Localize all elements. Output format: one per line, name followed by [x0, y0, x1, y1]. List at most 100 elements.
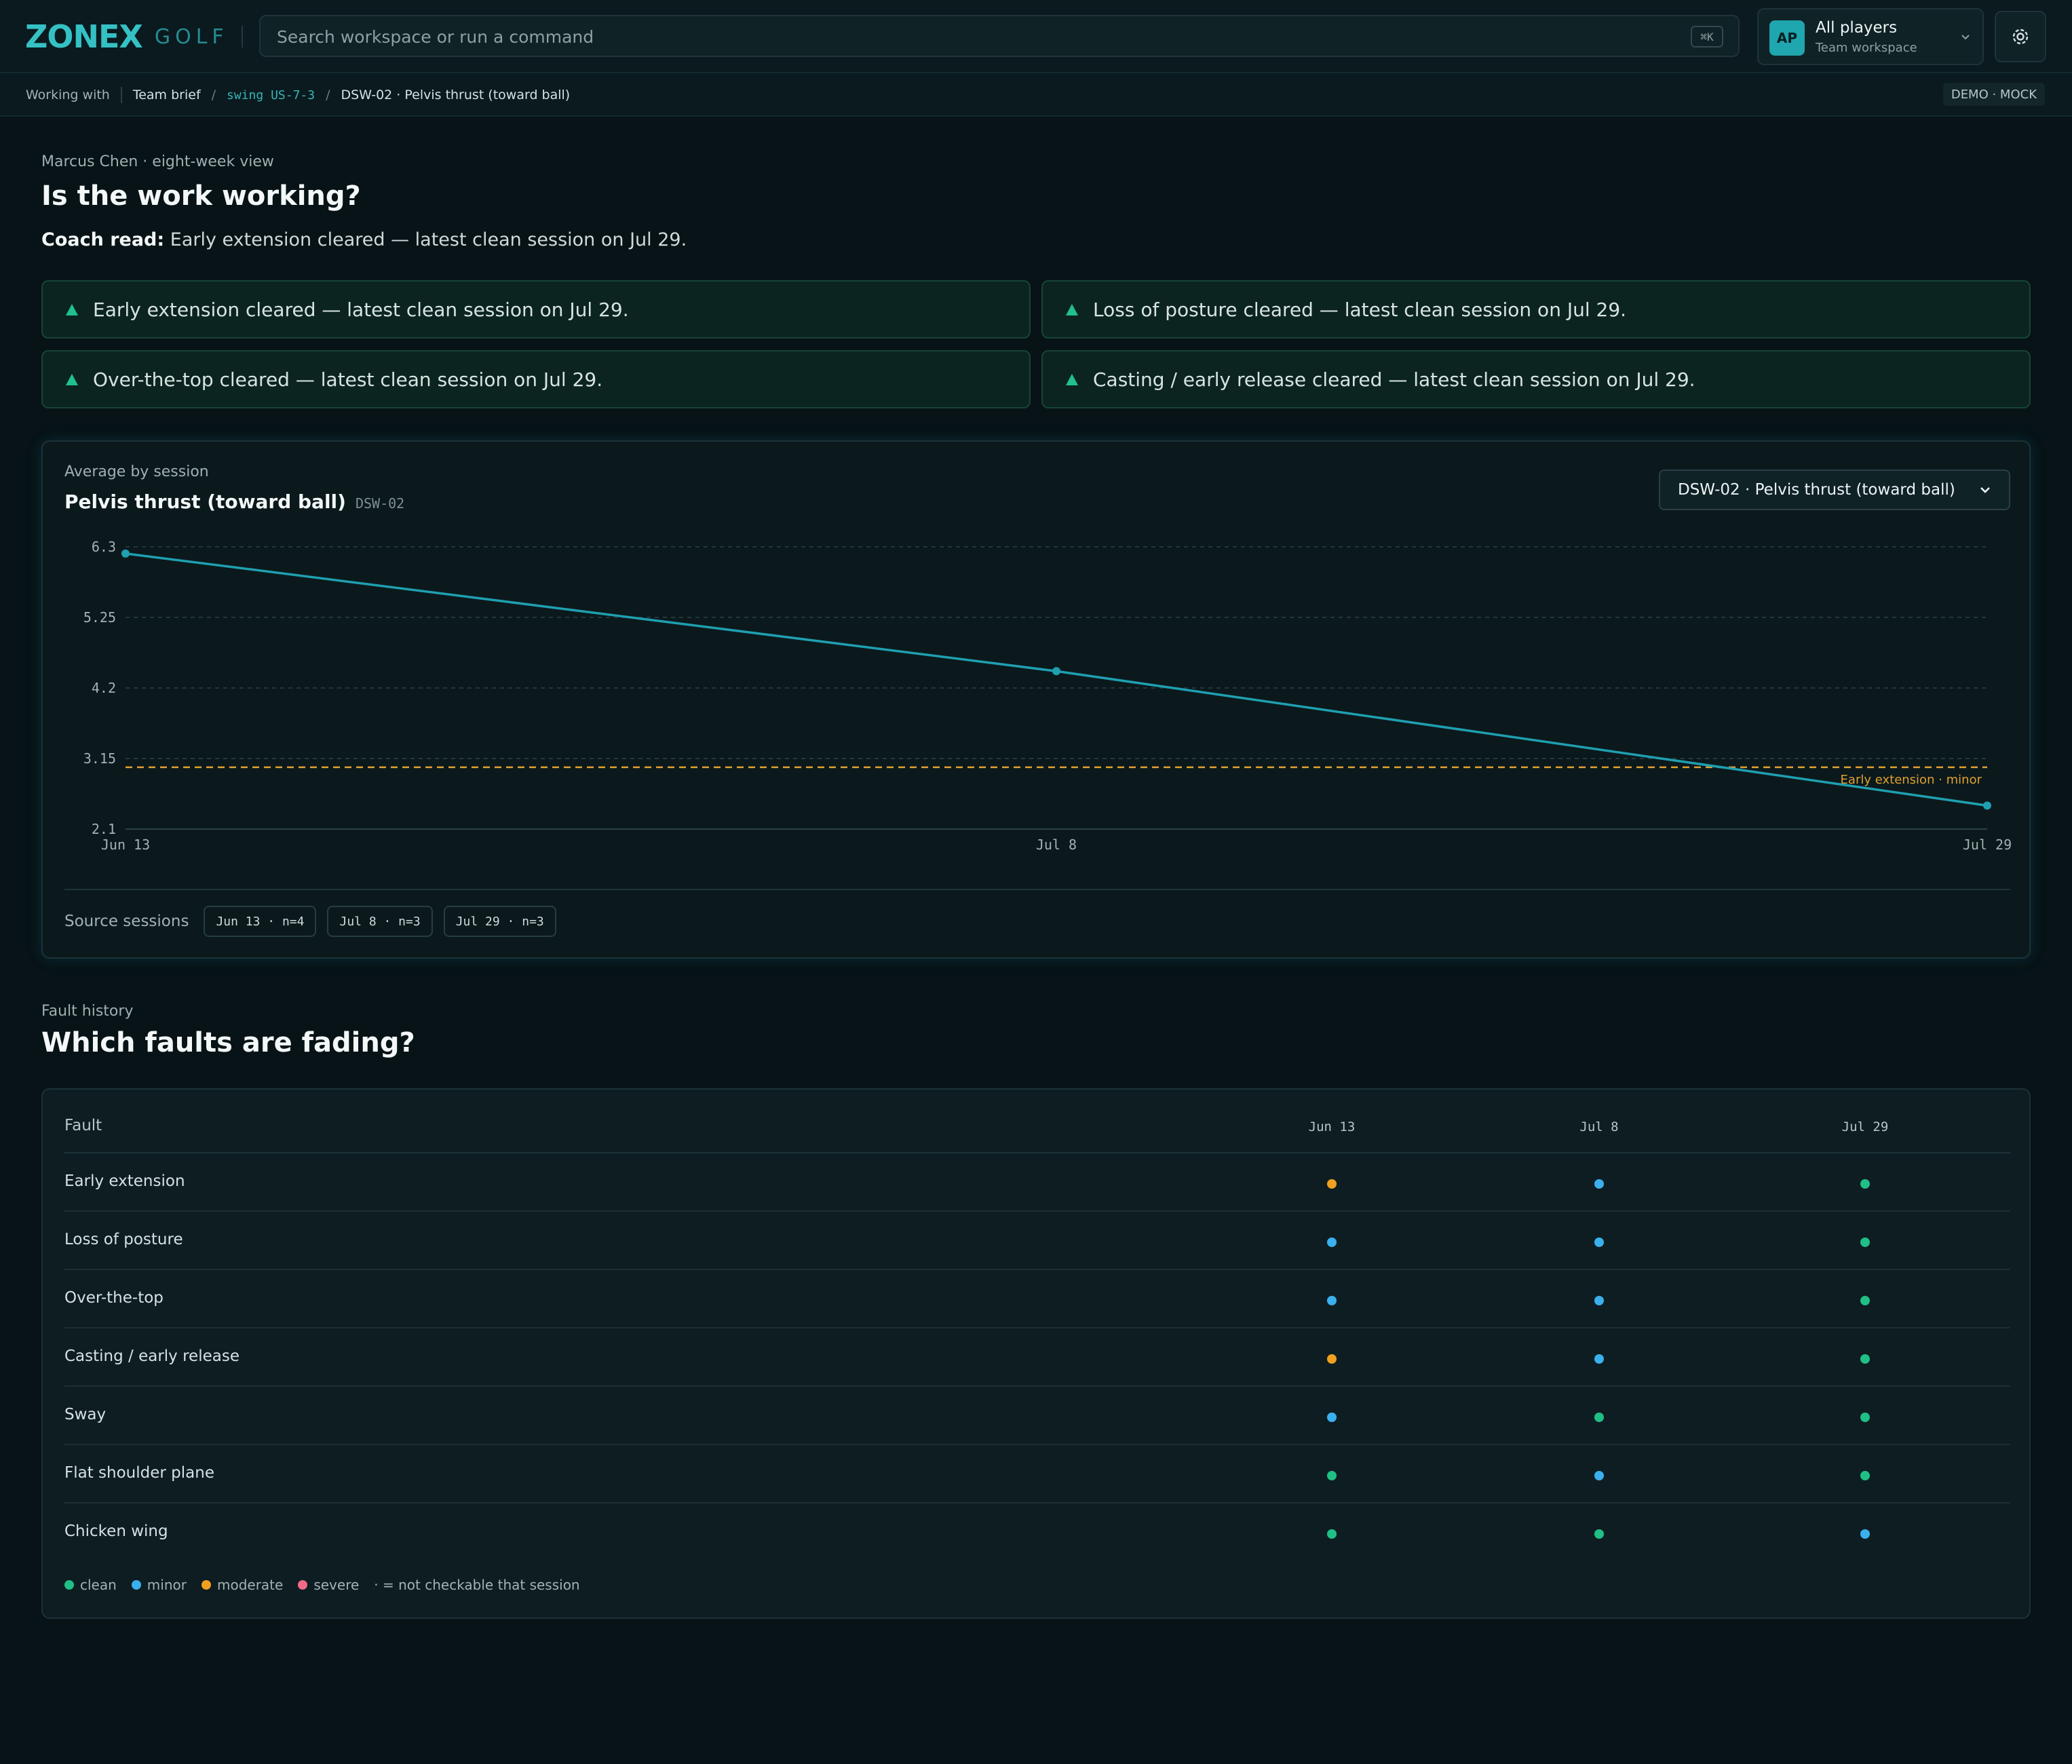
breadcrumb-item-current: DSW-02 · Pelvis thrust (toward ball) [341, 88, 571, 102]
faults-eyebrow: Fault history [41, 1003, 134, 1020]
app-logo[interactable]: ZONEX GOLF [25, 18, 229, 55]
legend-item-clean: clean [64, 1577, 117, 1593]
status-dot-clean [1327, 1471, 1337, 1480]
fault-name: Chicken wing [64, 1522, 168, 1540]
legend-label: clean [80, 1577, 117, 1593]
status-dot-clean [1860, 1354, 1870, 1364]
fault-name: Flat shoulder plane [64, 1464, 214, 1482]
source-session-chip[interactable]: Jun 13 · n=4 [204, 906, 317, 937]
status-dot-minor [1327, 1238, 1337, 1247]
workspace-switcher[interactable]: AP All players Team workspace [1757, 8, 1984, 65]
breadcrumb-divider [120, 87, 122, 103]
coach-read-text: Early extension cleared — latest clean s… [164, 229, 687, 250]
table-row[interactable]: Loss of posture [64, 1212, 2010, 1270]
triangle-up-icon [66, 303, 78, 315]
breadcrumb-separator: / [326, 88, 330, 102]
chart-divider [64, 889, 2010, 890]
legend-item-moderate: moderate [201, 1577, 284, 1593]
source-session-chip[interactable]: Jul 8 · n=3 [327, 906, 433, 937]
source-session-chip[interactable]: Jul 29 · n=3 [443, 906, 556, 937]
table-row[interactable]: Early extension [64, 1153, 2010, 1212]
fault-table: Fault Jun 13 Jul 8 Jul 29 Early extensio… [41, 1088, 2031, 1619]
logo-subtitle: GOLF [154, 24, 229, 49]
legend-item-minor: minor [131, 1577, 187, 1593]
legend-label: minor [147, 1577, 187, 1593]
status-dot-minor [1594, 1238, 1604, 1247]
table-row[interactable]: Chicken wing [64, 1503, 2010, 1562]
status-dot-minor [1594, 1471, 1604, 1480]
insight-card: Loss of posture cleared — latest clean s… [1041, 280, 2031, 339]
status-dot-moderate [1327, 1354, 1337, 1364]
legend-dot [298, 1580, 308, 1590]
legend-item-severe: severe [298, 1577, 359, 1593]
table-row[interactable]: Casting / early release [64, 1328, 2010, 1387]
legend-note: · = not checkable that session [374, 1577, 580, 1593]
insight-card: Casting / early release cleared — latest… [1041, 350, 2031, 408]
y-tick-label: 3.15 [83, 750, 116, 767]
status-dot-clean [1860, 1471, 1870, 1480]
column-header-fault: Fault [64, 1117, 102, 1134]
x-tick-label: Jul 8 [1036, 837, 1077, 853]
legend-dot [131, 1580, 141, 1590]
gear-icon [2012, 28, 2029, 45]
status-dot-minor [1860, 1529, 1870, 1539]
x-tick-label: Jun 13 [101, 837, 150, 853]
status-dot-minor [1594, 1296, 1604, 1305]
threshold-label: Early extension · minor [1841, 773, 1982, 787]
fault-name: Loss of posture [64, 1231, 183, 1248]
source-sessions: Source sessions Jun 13 · n=4 Jul 8 · n=3… [64, 906, 567, 937]
player-eyebrow: Marcus Chen · eight-week view [41, 153, 274, 170]
logo-divider [242, 26, 243, 47]
status-dot-clean [1860, 1238, 1870, 1247]
breadcrumb-label: Working with [26, 88, 110, 102]
legend-dot [64, 1580, 74, 1590]
insight-text: Loss of posture cleared — latest clean s… [1093, 298, 1627, 321]
coach-read-label: Coach read: [41, 229, 165, 250]
status-dot-clean [1860, 1179, 1870, 1189]
y-tick-label: 6.3 [92, 539, 116, 555]
fault-name: Sway [64, 1406, 107, 1423]
legend-label: moderate [216, 1577, 284, 1593]
insight-card: Early extension cleared — latest clean s… [41, 280, 1031, 339]
table-row[interactable]: Over-the-top [64, 1270, 2010, 1328]
breadcrumb-bar: Working with Team brief / swing US-7-3 /… [0, 73, 2072, 117]
status-dot-moderate [1327, 1179, 1337, 1189]
status-dot-minor [1594, 1354, 1604, 1364]
search-shortcut-badge: ⌘K [1691, 26, 1723, 47]
data-point [1983, 801, 1991, 810]
breadcrumb-item-swing[interactable]: swing US-7-3 [227, 88, 315, 102]
breadcrumb: Working with Team brief / swing US-7-3 /… [26, 87, 570, 103]
triangle-up-icon [1066, 373, 1078, 385]
insight-text: Casting / early release cleared — latest… [1093, 368, 1695, 391]
top-bar: ZONEX GOLF Search workspace or run a com… [0, 0, 2072, 73]
search-input[interactable]: Search workspace or run a command ⌘K [259, 15, 1740, 57]
status-dot-minor [1327, 1413, 1337, 1422]
faults-title: Which faults are fading? [41, 1027, 415, 1058]
column-header-date: Jul 29 [1841, 1119, 1889, 1134]
breadcrumb-item-team-brief[interactable]: Team brief [133, 88, 201, 102]
fault-name: Casting / early release [64, 1347, 239, 1365]
insight-text: Over-the-top cleared — latest clean sess… [93, 368, 603, 391]
column-header-date: Jul 8 [1579, 1119, 1619, 1134]
avatar: AP [1769, 20, 1805, 56]
legend-dot [201, 1580, 211, 1590]
status-dot-clean [1327, 1529, 1337, 1539]
line-chart: 6.3 5.25 4.2 3.15 2.1Jun 13 Jul 8 Jul 29 Early … [83, 539, 2012, 853]
y-tick-label: 4.2 [92, 680, 116, 696]
status-dot-clean [1860, 1413, 1870, 1422]
settings-button[interactable] [1995, 11, 2046, 62]
search-placeholder: Search workspace or run a command [277, 27, 594, 47]
y-tick-label: 2.1 [92, 821, 116, 837]
data-point [121, 549, 130, 558]
table-row[interactable]: Sway [64, 1387, 2010, 1445]
chart-card: Average by session Pelvis thrust (toward… [41, 440, 2031, 959]
source-sessions-label: Source sessions [64, 913, 189, 930]
status-dot-clean [1860, 1296, 1870, 1305]
page-title: Is the work working? [41, 180, 361, 212]
status-dot-clean [1594, 1413, 1604, 1422]
table-row[interactable]: Flat shoulder plane [64, 1445, 2010, 1503]
status-dot-clean [1594, 1529, 1604, 1539]
fault-name: Over-the-top [64, 1289, 164, 1307]
triangle-up-icon [66, 373, 78, 385]
logo-wordmark: ZONEX [25, 18, 143, 55]
